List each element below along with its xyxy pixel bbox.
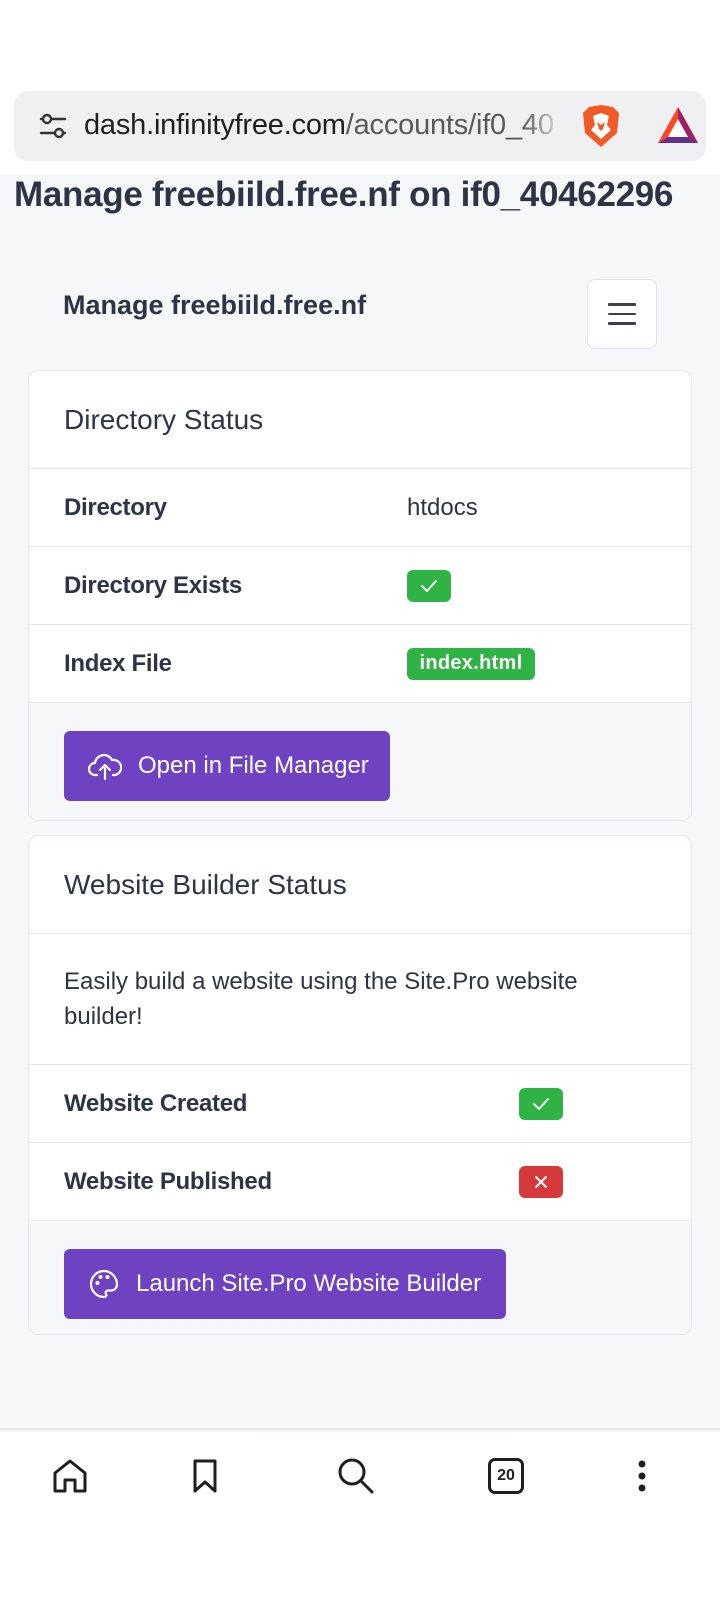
check-icon (533, 1097, 549, 1110)
brave-shields-icon[interactable] (580, 103, 622, 149)
page-title: Manage freebiild.free.nf on if0_40462296 (14, 175, 674, 214)
row-label: Website Created (64, 1089, 248, 1117)
brave-rewards-icon[interactable] (656, 105, 700, 147)
cloud-upload-icon (88, 753, 122, 781)
table-row: Directory htdocs (29, 469, 691, 547)
home-button[interactable] (48, 1454, 92, 1498)
url-host: dash.infinityfree.com (84, 109, 346, 141)
row-label: Directory (64, 493, 167, 521)
menu-toggle-button[interactable] (587, 279, 657, 349)
more-vertical-icon (638, 1460, 646, 1492)
url-text[interactable]: dash.infinityfree.com/accounts/if0_40 (84, 109, 562, 142)
open-file-manager-button[interactable]: Open in File Manager (64, 731, 390, 801)
site-settings-icon[interactable] (38, 111, 68, 141)
tab-count: 20 (488, 1458, 524, 1494)
card-header: Directory Status (29, 371, 691, 469)
row-label: Website Published (64, 1167, 272, 1195)
builder-description: Easily build a website using the Site.Pr… (29, 934, 691, 1065)
tabs-button[interactable]: 20 (484, 1454, 528, 1498)
index-file-badge: index.html (407, 647, 535, 680)
card-footer: Open in File Manager (29, 703, 691, 820)
launch-sitepro-button[interactable]: Launch Site.Pro Website Builder (64, 1249, 506, 1319)
hamburger-line (608, 322, 636, 325)
table-row: Website Published (29, 1143, 691, 1221)
home-icon (53, 1459, 87, 1493)
url-fade (524, 105, 564, 147)
status-badge (519, 1165, 563, 1198)
status-bar-area (0, 0, 720, 90)
status-badge (519, 1087, 563, 1120)
browser-bottom-toolbar: 20 (0, 1432, 720, 1600)
button-label: Launch Site.Pro Website Builder (136, 1270, 482, 1297)
row-label: Directory Exists (64, 571, 242, 599)
bookmark-icon (193, 1459, 217, 1493)
button-label: Open in File Manager (138, 752, 369, 779)
palette-icon (89, 1269, 119, 1299)
directory-status-card: Directory Status Directory htdocs Direct… (28, 370, 692, 821)
more-menu-button[interactable] (620, 1454, 664, 1498)
status-badge (407, 569, 451, 602)
x-icon (535, 1175, 547, 1188)
search-button[interactable] (334, 1454, 378, 1498)
website-builder-status-card: Website Builder Status Easily build a we… (28, 835, 692, 1335)
row-label: Index File (64, 649, 172, 677)
hamburger-line (608, 303, 636, 306)
card-header: Website Builder Status (29, 836, 691, 934)
table-row: Directory Exists (29, 547, 691, 625)
table-row: Website Created (29, 1065, 691, 1143)
subnav-title: Manage freebiild.free.nf (63, 290, 367, 320)
card-footer: Launch Site.Pro Website Builder (29, 1221, 691, 1334)
directory-value: htdocs (407, 493, 478, 521)
search-icon (338, 1458, 374, 1494)
url-path: /accounts/if0_40 (345, 109, 554, 141)
table-row: Index File index.html (29, 625, 691, 703)
hamburger-line (608, 312, 636, 316)
address-bar[interactable]: dash.infinityfree.com/accounts/if0_40 (14, 91, 706, 161)
bookmarks-button[interactable] (183, 1454, 227, 1498)
page-content: Manage freebiild.free.nf on if0_40462296… (0, 175, 720, 1430)
check-icon (421, 579, 437, 592)
